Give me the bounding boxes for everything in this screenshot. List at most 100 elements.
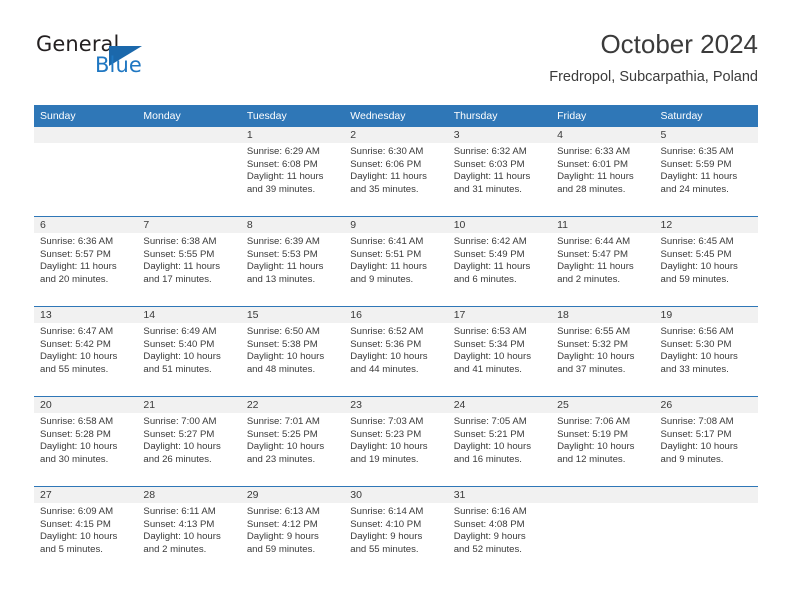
calendar-day-cell[interactable]: 9 Sunrise: 6:41 AM Sunset: 5:51 PM Daylight… <box>344 216 448 307</box>
daylight-text-line1: Daylight: 9 hours <box>246 531 319 543</box>
calendar-day-cell[interactable]: 7 Sunrise: 6:38 AM Sunset: 5:55 PM Daylight… <box>137 216 241 307</box>
daylight-text-line2: and 20 minutes. <box>40 273 109 285</box>
daylight-text-line1: Daylight: 10 hours <box>350 441 428 453</box>
sunrise-text: Sunrise: 6:50 AM <box>246 326 320 337</box>
calendar-day-cell[interactable]: 30 Sunrise: 6:14 AM Sunset: 4:10 PM Dayligh… <box>344 486 448 576</box>
calendar-day-cell[interactable]: 20 Sunrise: 6:58 AM Sunset: 5:28 PM Dayligh… <box>34 396 138 487</box>
calendar-day-cell[interactable]: 25 Sunrise: 7:06 AM Sunset: 5:19 PM Dayligh… <box>551 396 655 487</box>
weekday-header-friday: Friday <box>551 105 655 127</box>
day-number <box>654 487 758 503</box>
sunset-text: Sunset: 5:47 PM <box>557 248 629 260</box>
sunset-text: Sunset: 5:45 PM <box>660 248 732 260</box>
daylight-text-line2: and 5 minutes. <box>40 543 103 555</box>
title-block: October 2024 Fredropol, Subcarpathia, Po… <box>549 28 758 86</box>
calendar-day-cell[interactable]: 16 Sunrise: 6:52 AM Sunset: 5:36 PM Dayligh… <box>344 306 448 397</box>
daylight-text-line2: and 19 minutes. <box>350 453 419 465</box>
general-blue-logo[interactable]: General Blue <box>34 32 234 88</box>
sunset-text: Sunset: 5:32 PM <box>557 338 629 350</box>
daylight-text-line1: Daylight: 11 hours <box>660 171 738 183</box>
day-number: 31 <box>447 487 552 503</box>
day-details: Sunrise: 6:42 AM Sunset: 5:49 PM Daylight:… <box>448 233 551 286</box>
day-cell-content: 8 Sunrise: 6:39 AM Sunset: 5:53 PM Daylight… <box>240 217 345 306</box>
day-number: 1 <box>240 127 345 143</box>
day-cell-content: 25 Sunrise: 7:06 AM Sunset: 5:19 PM Dayligh… <box>551 397 655 486</box>
calendar-day-cell[interactable]: 13 Sunrise: 6:47 AM Sunset: 5:42 PM Dayligh… <box>34 306 138 397</box>
sunrise-text: Sunrise: 7:00 AM <box>143 416 217 427</box>
calendar-day-cell[interactable]: 8 Sunrise: 6:39 AM Sunset: 5:53 PM Daylight… <box>240 216 345 307</box>
calendar-day-cell[interactable]: 18 Sunrise: 6:55 AM Sunset: 5:32 PM Dayligh… <box>551 306 655 397</box>
calendar-day-cell[interactable]: 4 Sunrise: 6:33 AM Sunset: 6:01 PM Daylight… <box>551 127 655 217</box>
day-details: Sunrise: 6:14 AM Sunset: 4:10 PM Daylight:… <box>344 503 447 556</box>
sunset-text: Sunset: 5:30 PM <box>660 338 732 350</box>
day-number <box>34 127 138 143</box>
calendar-day-cell[interactable]: 12 Sunrise: 6:45 AM Sunset: 5:45 PM Dayligh… <box>654 216 758 307</box>
calendar-day-cell[interactable]: 2 Sunrise: 6:30 AM Sunset: 6:06 PM Daylight… <box>344 127 448 217</box>
daylight-text-line2: and 55 minutes. <box>350 543 419 555</box>
sunset-text: Sunset: 5:51 PM <box>350 248 422 260</box>
sunset-text: Sunset: 5:34 PM <box>453 338 525 350</box>
day-details: Sunrise: 6:09 AM Sunset: 4:15 PM Daylight:… <box>34 503 137 556</box>
sunrise-text: Sunrise: 6:45 AM <box>660 236 734 247</box>
calendar-day-cell[interactable]: 3 Sunrise: 6:32 AM Sunset: 6:03 PM Daylight… <box>447 127 552 217</box>
calendar-day-cell[interactable]: 24 Sunrise: 7:05 AM Sunset: 5:21 PM Dayligh… <box>447 396 552 487</box>
calendar-day-cell[interactable]: 19 Sunrise: 6:56 AM Sunset: 5:30 PM Dayligh… <box>654 306 758 397</box>
sunrise-text: Sunrise: 7:03 AM <box>350 416 424 427</box>
calendar-day-cell[interactable]: 6 Sunrise: 6:36 AM Sunset: 5:57 PM Daylight… <box>34 216 138 307</box>
daylight-text-line1: Daylight: 10 hours <box>246 441 325 453</box>
calendar-day-cell[interactable]: 26 Sunrise: 7:08 AM Sunset: 5:17 PM Dayligh… <box>654 396 758 487</box>
day-details: Sunrise: 6:39 AM Sunset: 5:53 PM Daylight:… <box>241 233 344 286</box>
calendar-day-cell[interactable]: 11 Sunrise: 6:44 AM Sunset: 5:47 PM Dayligh… <box>551 216 655 307</box>
calendar-day-cell[interactable]: 27 Sunrise: 6:09 AM Sunset: 4:15 PM Dayligh… <box>34 486 138 576</box>
day-number: 8 <box>240 217 345 233</box>
sunset-text: Sunset: 5:59 PM <box>660 158 732 170</box>
day-number: 20 <box>34 397 138 413</box>
day-details: Sunrise: 7:06 AM Sunset: 5:19 PM Daylight:… <box>551 413 654 466</box>
calendar-day-cell[interactable]: 21 Sunrise: 7:00 AM Sunset: 5:27 PM Dayligh… <box>137 396 241 487</box>
day-number <box>137 127 241 143</box>
calendar-day-cell[interactable]: 1 Sunrise: 6:29 AM Sunset: 6:08 PM Daylight… <box>240 127 345 217</box>
daylight-text-line2: and 12 minutes. <box>557 453 626 465</box>
calendar-day-cell[interactable]: 22 Sunrise: 7:01 AM Sunset: 5:25 PM Dayligh… <box>240 396 345 487</box>
calendar-page: General Blue October 2024 Fredropol, Sub… <box>0 0 792 612</box>
sunrise-sunset-calendar: Sunday Monday Tuesday Wednesday Thursday… <box>34 105 758 576</box>
weekday-header-saturday: Saturday <box>654 105 758 127</box>
calendar-day-cell <box>137 127 241 217</box>
calendar-day-cell[interactable]: 5 Sunrise: 6:35 AM Sunset: 5:59 PM Daylight… <box>654 127 758 217</box>
sunset-text: Sunset: 6:01 PM <box>557 158 629 170</box>
daylight-text-line2: and 13 minutes. <box>246 273 316 285</box>
calendar-week-row: 13 Sunrise: 6:47 AM Sunset: 5:42 PM Dayligh… <box>34 306 758 397</box>
calendar-day-cell[interactable]: 23 Sunrise: 7:03 AM Sunset: 5:23 PM Dayligh… <box>344 396 448 487</box>
daylight-text-line2: and 6 minutes. <box>453 273 517 285</box>
calendar-day-cell[interactable]: 14 Sunrise: 6:49 AM Sunset: 5:40 PM Dayligh… <box>137 306 241 397</box>
daylight-text-line1: Daylight: 11 hours <box>453 261 531 273</box>
sunrise-text: Sunrise: 6:29 AM <box>246 146 320 157</box>
calendar-day-cell[interactable]: 31 Sunrise: 6:16 AM Sunset: 4:08 PM Dayligh… <box>447 486 552 576</box>
day-cell-content <box>654 487 758 576</box>
sunset-text: Sunset: 5:36 PM <box>350 338 422 350</box>
calendar-day-cell[interactable]: 10 Sunrise: 6:42 AM Sunset: 5:49 PM Dayligh… <box>447 216 552 307</box>
calendar-week-row: 20 Sunrise: 6:58 AM Sunset: 5:28 PM Dayligh… <box>34 396 758 487</box>
day-details: Sunrise: 6:33 AM Sunset: 6:01 PM Daylight:… <box>551 143 654 196</box>
calendar-header-row: Sunday Monday Tuesday Wednesday Thursday… <box>34 105 758 127</box>
daylight-text-line2: and 31 minutes. <box>453 183 522 195</box>
calendar-day-cell[interactable]: 28 Sunrise: 6:11 AM Sunset: 4:13 PM Dayligh… <box>137 486 241 576</box>
day-number: 15 <box>240 307 345 323</box>
day-number: 13 <box>34 307 138 323</box>
day-cell-content: 16 Sunrise: 6:52 AM Sunset: 5:36 PM Dayligh… <box>344 307 448 396</box>
calendar-week-row: 1 Sunrise: 6:29 AM Sunset: 6:08 PM Daylight… <box>34 127 758 217</box>
day-number: 21 <box>137 397 241 413</box>
day-number: 10 <box>447 217 552 233</box>
calendar-day-cell[interactable]: 17 Sunrise: 6:53 AM Sunset: 5:34 PM Dayligh… <box>447 306 552 397</box>
calendar-day-cell[interactable]: 15 Sunrise: 6:50 AM Sunset: 5:38 PM Dayligh… <box>240 306 345 397</box>
sunset-text: Sunset: 5:28 PM <box>40 428 111 440</box>
daylight-text-line2: and 23 minutes. <box>246 453 316 465</box>
day-cell-content: 9 Sunrise: 6:41 AM Sunset: 5:51 PM Daylight… <box>344 217 448 306</box>
day-number: 5 <box>654 127 758 143</box>
sunrise-text: Sunrise: 6:52 AM <box>350 326 424 337</box>
day-number: 22 <box>240 397 345 413</box>
calendar-day-cell[interactable]: 29 Sunrise: 6:13 AM Sunset: 4:12 PM Dayligh… <box>240 486 345 576</box>
day-details: Sunrise: 7:01 AM Sunset: 5:25 PM Daylight:… <box>241 413 344 466</box>
sunset-text: Sunset: 4:15 PM <box>40 518 111 530</box>
day-details: Sunrise: 6:16 AM Sunset: 4:08 PM Daylight:… <box>448 503 551 556</box>
daylight-text-line1: Daylight: 11 hours <box>350 261 427 273</box>
